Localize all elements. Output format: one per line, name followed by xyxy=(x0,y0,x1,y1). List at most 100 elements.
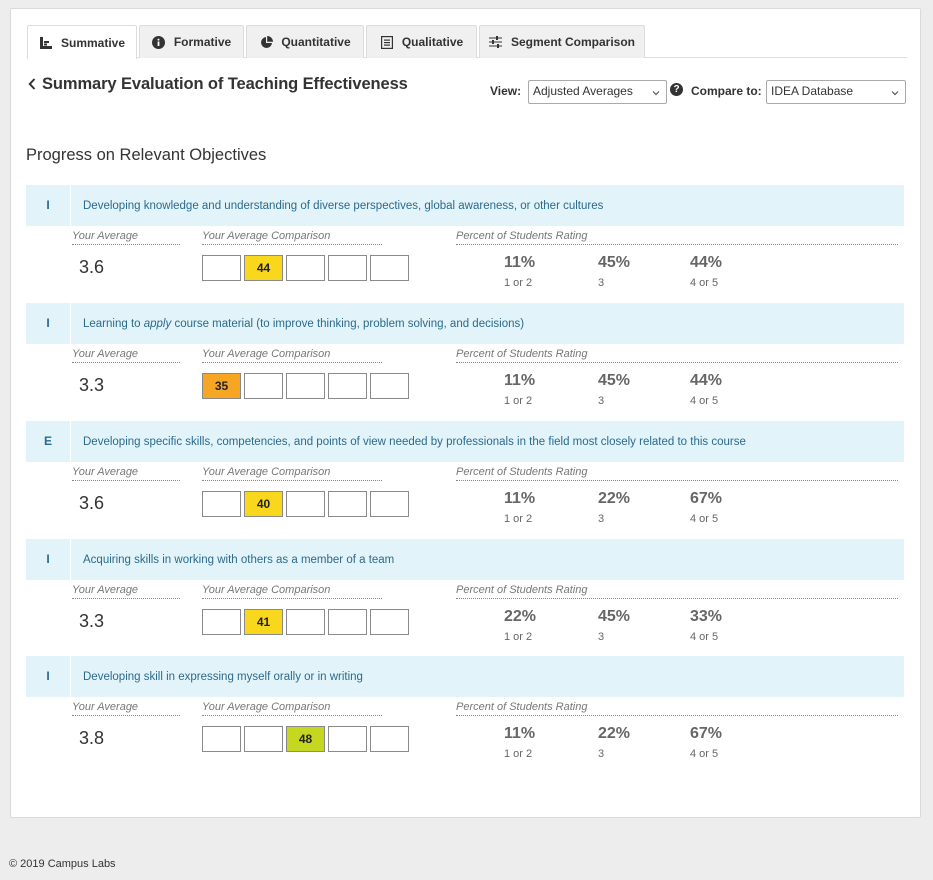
comparison-box xyxy=(286,255,325,281)
your-average-value: 3.6 xyxy=(79,493,105,513)
objective-banner: I Learning to apply course material (to … xyxy=(26,303,904,344)
percent-label: 1 or 2 xyxy=(504,631,533,643)
comparison-box xyxy=(370,373,409,399)
objective-badge: E xyxy=(26,421,71,462)
your-average-header: Your Average xyxy=(72,348,180,363)
compare-select-value: IDEA Database xyxy=(771,84,854,98)
percent-label: 4 or 5 xyxy=(690,395,719,407)
comparison-box xyxy=(286,491,325,517)
chevron-down-icon xyxy=(652,86,660,96)
percent-value: 45% xyxy=(598,254,631,271)
chevron-down-icon xyxy=(891,86,899,96)
percent-label: 1 or 2 xyxy=(504,395,533,407)
comparison-header: Your Average Comparison xyxy=(202,701,382,716)
view-select[interactable]: Adjusted Averages xyxy=(528,80,667,104)
objective-badge: I xyxy=(26,303,71,344)
objective-badge: I xyxy=(26,185,71,226)
comparison-box xyxy=(244,373,283,399)
percent-label: 1 or 2 xyxy=(504,277,533,289)
your-average-value: 3.8 xyxy=(79,728,105,748)
your-average-header: Your Average xyxy=(72,230,180,245)
comparison-box-filled: 44 xyxy=(244,255,283,281)
percent-value: 11% xyxy=(504,372,536,389)
compare-select[interactable]: IDEA Database xyxy=(766,80,906,104)
comparison-box xyxy=(286,609,325,635)
document-icon xyxy=(380,35,394,49)
comparison-header: Your Average Comparison xyxy=(202,584,382,599)
tab-label: Segment Comparison xyxy=(510,35,636,49)
tab-label: Quantitative xyxy=(281,35,351,49)
percent-label: 4 or 5 xyxy=(690,277,719,289)
percent-value: 44% xyxy=(690,254,723,271)
comparison-header: Your Average Comparison xyxy=(202,466,382,481)
percent-value: 22% xyxy=(504,608,537,625)
comparison-box-filled: 35 xyxy=(202,373,241,399)
help-icon[interactable]: ? xyxy=(670,83,683,96)
percent-header: Percent of Students Rating xyxy=(456,230,898,245)
percent-label: 3 xyxy=(598,395,605,407)
bar-chart-icon xyxy=(39,36,53,50)
percent-label: 3 xyxy=(598,513,605,525)
objective-banner: I Acquiring skills in working with other… xyxy=(26,539,904,580)
page-title: Summary Evaluation of Teaching Effective… xyxy=(42,75,408,93)
objective-badge: I xyxy=(26,539,71,580)
tab-qualitative[interactable]: Qualitative xyxy=(366,25,477,58)
your-average-header: Your Average xyxy=(72,701,180,716)
objective-badge: I xyxy=(26,656,71,697)
section-title: Progress on Relevant Objectives xyxy=(26,146,267,164)
percent-label: 4 or 5 xyxy=(690,631,719,643)
percent-value: 33% xyxy=(690,608,723,625)
your-average-header: Your Average xyxy=(72,466,180,481)
percent-value: 44% xyxy=(690,372,723,389)
tab-summative[interactable]: Summative xyxy=(27,25,137,59)
comparison-box xyxy=(202,491,241,517)
page-header: Summary Evaluation of Teaching Effective… xyxy=(28,75,408,94)
percent-header: Percent of Students Rating xyxy=(456,584,898,599)
percent-value: 67% xyxy=(690,725,723,742)
comparison-box xyxy=(286,373,325,399)
percent-label: 4 or 5 xyxy=(690,513,719,525)
your-average-header: Your Average xyxy=(72,584,180,599)
comparison-box xyxy=(328,609,367,635)
tab-quantitative[interactable]: Quantitative xyxy=(246,25,364,58)
comparison-boxes: 44 xyxy=(202,255,412,281)
tab-segment-comparison[interactable]: Segment Comparison xyxy=(479,25,645,58)
view-label: View: xyxy=(490,84,522,98)
tab-label: Qualitative xyxy=(401,35,464,49)
comparison-box-filled: 48 xyxy=(286,726,325,752)
comparison-box xyxy=(328,255,367,281)
comparison-header: Your Average Comparison xyxy=(202,348,382,363)
comparison-boxes: 35 xyxy=(202,373,412,399)
percent-header: Percent of Students Rating xyxy=(456,701,898,716)
your-average-value: 3.3 xyxy=(79,611,105,631)
comparison-box-filled: 41 xyxy=(244,609,283,635)
tab-formative[interactable]: Formative xyxy=(139,25,244,58)
tab-label: Summative xyxy=(60,35,126,50)
percent-value: 67% xyxy=(690,490,723,507)
objective-text: Developing knowledge and understanding o… xyxy=(83,199,604,212)
info-icon xyxy=(152,35,166,49)
percent-value: 11% xyxy=(504,254,536,271)
back-chevron-icon[interactable] xyxy=(28,77,36,93)
objective-text: Acquiring skills in working with others … xyxy=(83,553,395,566)
comparison-box xyxy=(202,255,241,281)
objective-text: Developing specific skills, competencies… xyxy=(83,435,746,448)
comparison-box xyxy=(328,373,367,399)
compare-label: Compare to: xyxy=(691,84,762,98)
percent-value: 11% xyxy=(504,490,536,507)
objective-banner: I Developing knowledge and understanding… xyxy=(26,185,904,226)
percent-header: Percent of Students Rating xyxy=(456,348,898,363)
view-select-value: Adjusted Averages xyxy=(533,84,633,98)
comparison-boxes: 48 xyxy=(202,726,412,752)
percent-value: 45% xyxy=(598,608,631,625)
comparison-box xyxy=(370,491,409,517)
comparison-box xyxy=(370,609,409,635)
objective-banner: I Developing skill in expressing myself … xyxy=(26,656,904,697)
pie-chart-icon xyxy=(259,35,273,49)
comparison-boxes: 40 xyxy=(202,491,412,517)
percent-value: 22% xyxy=(598,725,631,742)
percent-label: 3 xyxy=(598,631,605,643)
comparison-box xyxy=(328,491,367,517)
percent-label: 4 or 5 xyxy=(690,748,719,760)
your-average-value: 3.3 xyxy=(79,375,105,395)
